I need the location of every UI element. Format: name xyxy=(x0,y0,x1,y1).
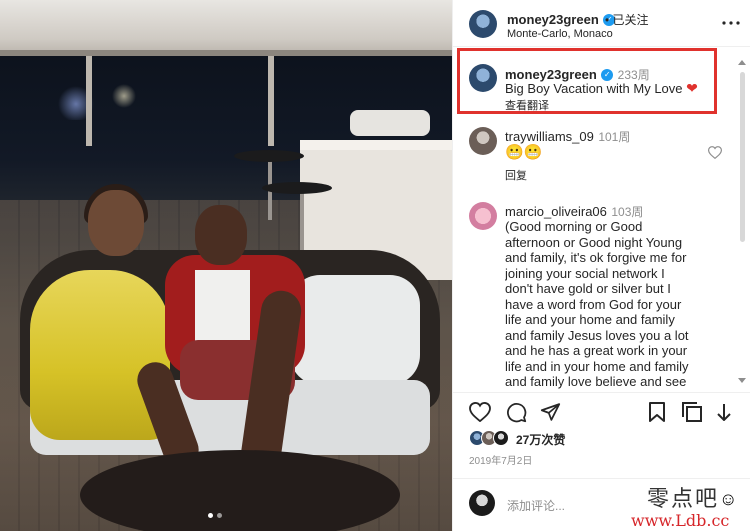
watermark-chinese: 零点吧 xyxy=(647,487,720,512)
save-bookmark-icon[interactable] xyxy=(645,400,669,424)
watermark-url: www.Ldb.cc xyxy=(631,511,730,530)
canopy-edge xyxy=(0,50,452,56)
caption-highlight-box xyxy=(457,48,717,114)
reply-button[interactable]: 回复 xyxy=(505,167,527,183)
divider xyxy=(453,478,750,479)
towel-stack xyxy=(350,110,430,136)
canopy-pole xyxy=(268,56,274,146)
commenter-avatar[interactable] xyxy=(469,202,497,230)
comment-line: have a word from God for your xyxy=(505,296,682,312)
man-head xyxy=(195,205,247,265)
comment-line: and family Jesus loves you a lot xyxy=(505,327,689,343)
sofa-cushion xyxy=(290,275,420,385)
comment-line: life and your home and family xyxy=(505,312,675,327)
likes-count[interactable]: 27万次赞 xyxy=(516,431,565,448)
viewer-avatar xyxy=(469,490,495,516)
share-send-icon[interactable] xyxy=(537,400,563,424)
comment-line: joining your social network I xyxy=(505,265,665,281)
dot-separator: • xyxy=(605,13,613,27)
yacht-canopy xyxy=(0,0,452,56)
coffee-table xyxy=(80,450,400,531)
like-heart-icon[interactable] xyxy=(467,400,493,424)
comment-line: afternoon or Good night Young xyxy=(505,234,683,250)
smiley-face-icon: ☺ xyxy=(719,489,738,509)
comment-text: (Good morning or Good afternoon or Good … xyxy=(505,219,735,389)
commenter-username[interactable]: traywilliams_09 xyxy=(505,129,594,144)
comment-bubble-icon[interactable] xyxy=(503,400,529,424)
carousel-dots xyxy=(208,513,222,518)
comment-text: 😬😬 xyxy=(505,144,543,161)
divider xyxy=(453,392,750,393)
scroll-down-arrow-icon[interactable] xyxy=(738,378,746,383)
harbor-lights xyxy=(40,80,160,120)
bar-stool xyxy=(234,150,304,162)
post-location[interactable]: Monte-Carlo, Monaco xyxy=(507,28,613,40)
divider xyxy=(453,46,750,47)
woman-head xyxy=(88,190,144,256)
author-avatar[interactable] xyxy=(469,10,497,38)
site-watermark: 零点吧 ☺ www.Ldb.cc xyxy=(629,481,750,531)
commenter-avatar[interactable] xyxy=(469,127,497,155)
more-options-icon[interactable] xyxy=(721,13,741,33)
comments-scrollbar[interactable] xyxy=(736,60,748,390)
comment-line: and he has a great work in your xyxy=(505,343,688,358)
author-header: money23green ✓ xyxy=(507,11,616,29)
copy-post-icon[interactable] xyxy=(679,400,705,424)
comment-line: and family love believe and see xyxy=(505,374,687,389)
comment-like-heart-icon[interactable] xyxy=(705,143,725,161)
comment-line: don't have gold or silver but I xyxy=(505,281,671,296)
carousel-dot-active xyxy=(208,513,213,518)
follow-status[interactable]: • 已关注 xyxy=(605,11,649,28)
comment-age: 103周 xyxy=(611,205,644,219)
comment-line: life and in your home and family xyxy=(505,358,689,374)
comment-line: and family, it's ok forgive me for xyxy=(505,250,687,265)
bar-stool xyxy=(262,182,332,194)
post-date: 2019年7月2日 xyxy=(469,456,533,467)
carousel-dot xyxy=(217,513,222,518)
next-arrow-icon[interactable] xyxy=(711,400,737,424)
post-photo[interactable] xyxy=(0,0,452,531)
post-details-panel: money23green ✓ • 已关注 Monte-Carlo, Monaco… xyxy=(452,0,750,531)
canopy-pole xyxy=(86,56,92,146)
follow-status-label: 已关注 xyxy=(612,13,649,27)
scroll-thumb[interactable] xyxy=(740,72,745,242)
comment-age: 101周 xyxy=(598,130,631,144)
liker-avatar xyxy=(493,430,509,446)
add-comment-input[interactable]: 添加评论... xyxy=(507,497,565,514)
comment-line: (Good morning or Good xyxy=(505,219,643,234)
stool-leg xyxy=(300,190,304,250)
man-white-tank xyxy=(195,270,250,350)
commenter-username[interactable]: marcio_oliveira06 xyxy=(505,204,607,219)
author-username[interactable]: money23green xyxy=(507,12,599,27)
scroll-up-arrow-icon[interactable] xyxy=(738,60,746,65)
